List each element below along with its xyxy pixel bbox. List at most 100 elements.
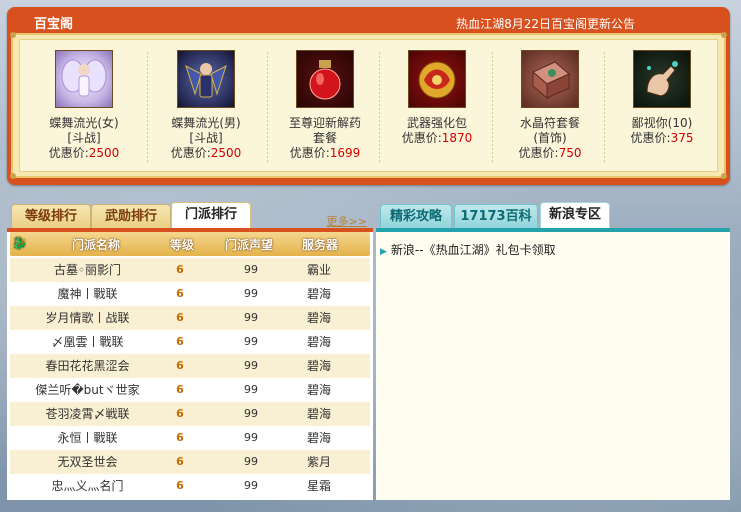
price-value: 375 (670, 131, 694, 145)
faction-reputation: 99 (244, 407, 258, 420)
dragon-ornament-icon: 🐉 (12, 236, 27, 250)
faction-reputation: 99 (244, 479, 258, 492)
faction-name[interactable]: 春田花花黑涩会 (10, 354, 165, 378)
news-list: ▶ 新浪--《热血江湖》礼包卡领取 (376, 232, 730, 500)
shop-items-frame: 蝶舞流光(女) [斗战] 优惠价:2500 蝶舞流光(男) [斗战] 优惠价:2… (10, 32, 727, 179)
item-divider (267, 52, 268, 164)
faction-level: 6 (176, 287, 184, 300)
faction-name[interactable]: 无双圣世会 (10, 450, 165, 474)
table-row[interactable]: 魔神丨戰联 6 99 碧海 (10, 282, 370, 306)
shop-item[interactable]: 鄙视你(10) 优惠价:375 (606, 50, 718, 146)
faction-reputation: 99 (244, 311, 258, 324)
price-value: 1699 (329, 146, 361, 160)
shop-item[interactable]: 至尊迎新解药 套餐 优惠价:1699 (269, 50, 381, 161)
shop-item[interactable]: 蝶舞流光(男) [斗战] 优惠价:2500 (150, 50, 262, 161)
faction-level: 6 (176, 455, 184, 468)
price-value: 2500 (210, 146, 242, 160)
faction-name[interactable]: 永恒丨戰联 (10, 426, 165, 450)
item-divider (604, 52, 605, 164)
item-divider (147, 52, 148, 164)
table-row[interactable]: 〆凰雲丨戰联 6 99 碧海 (10, 330, 370, 354)
table-row[interactable]: 忠灬义灬名门 6 99 星霜 (10, 474, 370, 498)
faction-reputation: 99 (244, 335, 258, 348)
faction-server: 碧海 (306, 287, 331, 301)
price-label: 优惠价: (630, 131, 671, 145)
faction-name[interactable]: 魔神丨戰联 (10, 282, 165, 306)
red-potion-icon[interactable] (296, 50, 354, 108)
ranking-panel: 等级排行 武勋排行 门派排行 更多>> 🐉 门派名称 等级 门派声望 服务器 古… (7, 202, 373, 500)
tab-merit-ranking[interactable]: 武勋排行 (91, 204, 171, 229)
table-row[interactable]: 古墓◦丽影门 6 99 霸业 (10, 258, 370, 282)
ranking-tabs: 等级排行 武勋排行 门派排行 更多>> (7, 202, 373, 232)
table-row[interactable]: 傑兰听�butヾ世家 6 99 碧海 (10, 378, 370, 402)
tab-faction-ranking[interactable]: 门派排行 (171, 202, 251, 231)
table-row[interactable]: 无双圣世会 6 99 紫月 (10, 450, 370, 474)
column-header-reputation: 门派声望 (225, 238, 274, 252)
item-name[interactable]: 蝶舞流光(女) (28, 116, 140, 131)
faction-server: 碧海 (306, 359, 331, 373)
faction-name[interactable]: 傑兰听�butヾ世家 (10, 378, 165, 402)
more-link[interactable]: 更多>> (327, 213, 367, 229)
faction-server: 碧海 (306, 431, 331, 445)
faction-server: 碧海 (306, 311, 331, 325)
price-value: 2500 (88, 146, 120, 160)
faction-name[interactable]: 古墓◦丽影门 (10, 258, 165, 282)
faction-reputation: 99 (244, 263, 258, 276)
golden-dragon-pouch-icon[interactable] (408, 50, 466, 108)
item-divider (492, 52, 493, 164)
news-item-title[interactable]: 新浪--《热血江湖》礼包卡领取 (391, 243, 556, 257)
shop-item[interactable]: 武器强化包 优惠价:1870 (381, 50, 493, 146)
item-name[interactable]: 水晶符套餐 (494, 116, 606, 131)
female-fairy-costume-icon[interactable] (55, 50, 113, 108)
faction-level: 6 (176, 479, 184, 492)
shop-item[interactable]: 水晶符套餐 (首饰) 优惠价:750 (494, 50, 606, 161)
faction-level: 6 (176, 431, 184, 444)
tab-guides[interactable]: 精彩攻略 (380, 204, 452, 229)
price-label: 优惠价: (401, 131, 442, 145)
item-name[interactable]: 鄙视你(10) (606, 116, 718, 131)
news-panel: 精彩攻略 17173百科 新浪专区 ▶ 新浪--《热血江湖》礼包卡领取 (376, 202, 730, 500)
tab-level-ranking[interactable]: 等级排行 (11, 204, 91, 229)
item-divider (379, 52, 380, 164)
faction-name[interactable]: 忠灬义灬名门 (10, 474, 165, 498)
table-row[interactable]: 春田花花黑涩会 6 99 碧海 (10, 354, 370, 378)
column-header-faction-name: 门派名称 (72, 238, 121, 252)
faction-name[interactable]: 岁月情歌丨战联 (10, 306, 165, 330)
faction-level: 6 (176, 359, 184, 372)
column-header-level: 等级 (170, 238, 195, 252)
faction-level: 6 (176, 383, 184, 396)
faction-level: 6 (176, 335, 184, 348)
faction-reputation: 99 (244, 383, 258, 396)
frame-corner-ornament (10, 32, 16, 38)
item-name[interactable]: 武器强化包 (381, 116, 493, 131)
crystal-talisman-box-icon[interactable] (521, 50, 579, 108)
price-label: 优惠价: (48, 146, 89, 160)
faction-reputation: 99 (244, 287, 258, 300)
item-price: 优惠价:750 (494, 146, 606, 161)
treasure-shop-panel: 百宝阁 热血江湖8月22日百宝阁更新公告 蝶舞流光(女) [斗战] 优惠价:25… (7, 7, 730, 185)
tab-17173-wiki[interactable]: 17173百科 (454, 204, 538, 229)
item-category: [斗战] (189, 131, 223, 145)
price-label: 优惠价: (170, 146, 211, 160)
shop-title: 百宝阁 (34, 17, 74, 32)
shop-item[interactable]: 蝶舞流光(女) [斗战] 优惠价:2500 (28, 50, 140, 161)
item-name[interactable]: 蝶舞流光(男) (150, 116, 262, 131)
shop-update-notice-link[interactable]: 热血江湖8月22日百宝阁更新公告 (456, 15, 635, 32)
faction-server: 星霜 (306, 479, 331, 493)
male-armor-costume-icon[interactable] (177, 50, 235, 108)
bullet-arrow-icon: ▶ (380, 247, 387, 257)
item-name[interactable]: 至尊迎新解药 (269, 116, 381, 131)
faction-name[interactable]: 〆凰雲丨戰联 (10, 330, 165, 354)
table-row[interactable]: 永恒丨戰联 6 99 碧海 (10, 426, 370, 450)
table-header: 🐉 门派名称 等级 门派声望 服务器 (10, 232, 370, 256)
table-row[interactable]: 苍羽凌霄〆戦联 6 99 碧海 (10, 402, 370, 426)
tab-sina-zone[interactable]: 新浪专区 (540, 202, 610, 231)
faction-name[interactable]: 苍羽凌霄〆戦联 (10, 402, 165, 426)
faction-server: 霸业 (306, 263, 331, 277)
news-item-link[interactable]: ▶ 新浪--《热血江湖》礼包卡领取 (380, 241, 556, 258)
price-value: 1870 (441, 131, 473, 145)
column-header-server: 服务器 (302, 238, 339, 252)
price-label: 优惠价: (289, 146, 330, 160)
scorn-hand-gesture-icon[interactable] (633, 50, 691, 108)
table-row[interactable]: 岁月情歌丨战联 6 99 碧海 (10, 306, 370, 330)
